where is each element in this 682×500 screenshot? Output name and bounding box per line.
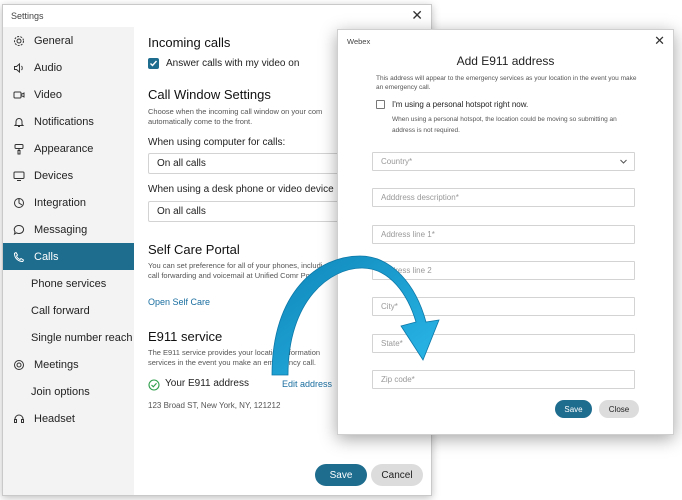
sidebar-item-audio[interactable]: Audio: [3, 54, 134, 81]
sidebar-item-integration[interactable]: Integration: [3, 189, 134, 216]
settings-titlebar: Settings ✕: [3, 5, 431, 27]
sidebar-item-label: Audio: [34, 61, 63, 74]
desk-phone-label: When using a desk phone or video device: [148, 184, 334, 195]
dialog-close-button[interactable]: Close: [599, 400, 639, 418]
chevron-down-icon: [619, 157, 628, 168]
speaker-icon: [13, 62, 25, 74]
settings-cancel-button[interactable]: Cancel: [371, 464, 423, 486]
e911-heading: E911 service: [148, 329, 223, 344]
screenshot-stage: Settings ✕ General Audio Video Notificat…: [0, 0, 682, 500]
sidebar-item-label: Integration: [34, 196, 86, 209]
e911-address-label: Your E911 address: [165, 378, 249, 389]
state-field[interactable]: State*: [372, 334, 635, 353]
city-placeholder: City*: [381, 302, 398, 311]
computer-calls-value: On all calls: [157, 158, 206, 169]
e911-address-value: 123 Broad ST, New York, NY, 121212: [148, 401, 281, 410]
address-line-1-placeholder: Address line 1*: [381, 230, 435, 239]
settings-title: Settings: [11, 11, 44, 21]
self-care-description: You can set preference for all of your p…: [148, 261, 346, 280]
sidebar-item-meetings[interactable]: Meetings: [3, 351, 134, 378]
address-description-placeholder: Adddress description*: [381, 193, 459, 202]
meetings-icon: [13, 359, 25, 371]
computer-calls-dropdown[interactable]: On all calls: [148, 153, 348, 174]
sidebar-item-label: Single number reach: [31, 331, 133, 344]
dialog-brand: Webex: [347, 37, 371, 46]
self-care-heading: Self Care Portal: [148, 242, 240, 257]
address-line-2-placeholder: Address line 2: [381, 266, 432, 275]
settings-close-icon[interactable]: ✕: [411, 7, 423, 24]
sidebar-item-label: Devices: [34, 169, 74, 182]
headset-icon: [13, 413, 25, 425]
incoming-calls-heading: Incoming calls: [148, 35, 231, 50]
sidebar-item-messaging[interactable]: Messaging: [3, 216, 134, 243]
sidebar-item-label: Notifications: [34, 115, 94, 128]
video-camera-icon: [13, 89, 25, 101]
sidebar-item-phone-services[interactable]: Phone services: [3, 270, 134, 297]
address-line-1-field[interactable]: Address line 1*: [372, 225, 635, 244]
gear-icon: [13, 35, 25, 47]
zip-code-field[interactable]: Zip code*: [372, 370, 635, 389]
sidebar-item-calls[interactable]: Calls: [3, 243, 134, 270]
sidebar-item-general[interactable]: General: [3, 27, 134, 54]
dialog-description: This address will appear to the emergenc…: [376, 75, 637, 91]
bell-icon: [13, 116, 25, 128]
sidebar-item-call-forward[interactable]: Call forward: [3, 297, 134, 324]
address-description-field[interactable]: Adddress description*: [372, 188, 635, 207]
zip-code-placeholder: Zip code*: [381, 375, 415, 384]
settings-sidebar: General Audio Video Notifications Appear…: [3, 27, 134, 495]
open-self-care-link[interactable]: Open Self Care: [148, 297, 210, 307]
edit-address-link[interactable]: Edit address: [282, 379, 332, 389]
hotspot-note: When using a personal hotspot, the locat…: [392, 116, 617, 134]
country-select[interactable]: Country*: [372, 152, 635, 171]
sidebar-item-join-options[interactable]: Join options: [3, 378, 134, 405]
desk-phone-value: On all calls: [157, 206, 206, 217]
paint-icon: [13, 143, 25, 155]
monitor-icon: [13, 170, 25, 182]
phone-icon: [13, 251, 25, 263]
sidebar-item-headset[interactable]: Headset: [3, 405, 134, 432]
sidebar-item-label: Meetings: [34, 358, 79, 371]
call-window-description: Choose when the incoming call window on …: [148, 107, 323, 126]
hotspot-label: I'm using a personal hotspot right now.: [392, 100, 529, 109]
answer-with-video-checkbox[interactable]: [148, 58, 159, 69]
sidebar-item-video[interactable]: Video: [3, 81, 134, 108]
sidebar-item-label: Phone services: [31, 277, 107, 290]
sidebar-item-label: Headset: [34, 412, 75, 425]
dialog-save-button[interactable]: Save: [555, 400, 592, 418]
add-e911-dialog: Webex ✕ Add E911 address This address wi…: [337, 29, 674, 435]
address-line-2-field[interactable]: Address line 2: [372, 261, 635, 280]
city-field[interactable]: City*: [372, 297, 635, 316]
call-window-heading: Call Window Settings: [148, 87, 271, 102]
sidebar-item-appearance[interactable]: Appearance: [3, 135, 134, 162]
sidebar-item-label: Join options: [31, 385, 90, 398]
state-placeholder: State*: [381, 339, 403, 348]
sidebar-item-label: Appearance: [34, 142, 94, 155]
chat-bubble-icon: [13, 224, 25, 236]
checkmark-icon: [150, 60, 158, 67]
settings-save-button[interactable]: Save: [315, 464, 367, 486]
sidebar-item-label: General: [34, 34, 74, 47]
hotspot-checkbox[interactable]: [376, 100, 385, 109]
sidebar-item-devices[interactable]: Devices: [3, 162, 134, 189]
dialog-close-icon[interactable]: ✕: [654, 33, 665, 49]
plug-icon: [13, 197, 25, 209]
answer-with-video-label: Answer calls with my video on: [166, 58, 300, 69]
sidebar-item-single-number-reach[interactable]: Single number reach: [3, 324, 134, 351]
sidebar-item-label: Messaging: [34, 223, 88, 236]
sidebar-item-label: Call forward: [31, 304, 90, 317]
desk-phone-dropdown[interactable]: On all calls: [148, 201, 348, 222]
dialog-title: Add E911 address: [456, 54, 555, 68]
computer-calls-label: When using computer for calls:: [148, 137, 286, 148]
sidebar-item-label: Calls: [34, 250, 59, 263]
country-placeholder: Country*: [381, 157, 413, 166]
sidebar-item-label: Video: [34, 88, 62, 101]
check-circle-icon: [148, 378, 160, 396]
e911-description: The E911 service provides your location …: [148, 348, 321, 367]
sidebar-item-notifications[interactable]: Notifications: [3, 108, 134, 135]
